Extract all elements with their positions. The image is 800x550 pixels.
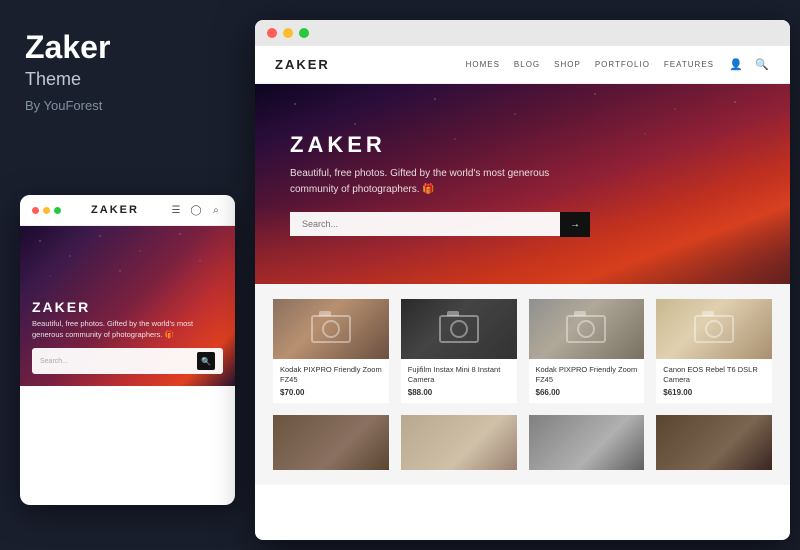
mobile-search-bar[interactable]: Search... 🔍 [32,348,223,374]
desktop-nav: ZAKER HOMES BLOG SHOP PORTFOLIO FEATURES… [255,46,790,84]
product-name-3: Kodak PIXPRO Friendly Zoom FZ45 [536,365,638,385]
product-info-2: Fujifilm Instax Mini 8 Instant Camera $8… [401,359,517,403]
mobile-dot-red [32,207,39,214]
product-card-8[interactable] [656,415,772,470]
products-grid-row1: Kodak PIXPRO Friendly Zoom FZ45 $70.00 F… [273,299,772,403]
product-card-3[interactable]: Kodak PIXPRO Friendly Zoom FZ45 $66.00 [529,299,645,403]
product-price-3: $66.00 [536,388,638,397]
mobile-traffic-lights [32,207,61,214]
mobile-dot-green [54,207,61,214]
products-section: Kodak PIXPRO Friendly Zoom FZ45 $70.00 F… [255,284,790,485]
nav-link-features[interactable]: FEATURES [664,60,714,69]
product-image-3 [529,299,645,359]
nav-link-homes[interactable]: HOMES [466,60,500,69]
mobile-preview-card: ZAKER ☰ ◯ ⌕ ZAKER Beautiful, free photos… [20,195,235,505]
desktop-hero-title: ZAKER [290,132,755,158]
nav-link-blog[interactable]: BLOG [514,60,540,69]
mobile-hero-text: Beautiful, free photos. Gifted by the wo… [32,319,223,340]
product-image-6 [401,415,517,470]
desktop-dot-green [299,28,309,38]
desktop-titlebar [255,20,790,46]
nav-link-shop[interactable]: SHOP [554,60,581,69]
desktop-hero: ZAKER Beautiful, free photos. Gifted by … [255,84,790,284]
product-info-3: Kodak PIXPRO Friendly Zoom FZ45 $66.00 [529,359,645,403]
mobile-titlebar: ZAKER ☰ ◯ ⌕ [20,195,235,226]
desktop-search[interactable]: → [290,212,590,237]
mobile-search-button[interactable]: 🔍 [197,352,215,370]
product-price-2: $88.00 [408,388,510,397]
user-icon[interactable]: 👤 [728,57,744,73]
desktop-nav-logo: ZAKER [275,57,330,72]
search-icon[interactable]: ⌕ [209,203,223,217]
product-card-2[interactable]: Fujifilm Instax Mini 8 Instant Camera $8… [401,299,517,403]
search-icon[interactable]: 🔍 [754,57,770,73]
mobile-search-input[interactable]: Search... [40,358,197,365]
theme-subtitle: Theme [25,69,81,90]
desktop-search-input[interactable] [290,212,560,236]
mobile-logo: ZAKER [91,204,139,216]
hamburger-icon[interactable]: ☰ [169,203,183,217]
product-name-2: Fujifilm Instax Mini 8 Instant Camera [408,365,510,385]
nav-link-portfolio[interactable]: PORTFOLIO [595,60,650,69]
product-card-1[interactable]: Kodak PIXPRO Friendly Zoom FZ45 $70.00 [273,299,389,403]
products-grid-row2 [273,415,772,470]
product-name-1: Kodak PIXPRO Friendly Zoom FZ45 [280,365,382,385]
product-card-7[interactable] [529,415,645,470]
product-price-1: $70.00 [280,388,382,397]
theme-title: Zaker [25,30,110,65]
desktop-dot-red [267,28,277,38]
user-icon[interactable]: ◯ [189,203,203,217]
desktop-hero-text: Beautiful, free photos. Gifted by the wo… [290,166,570,198]
camera-icon-4 [694,315,734,343]
product-image-4 [656,299,772,359]
product-image-8 [656,415,772,470]
product-price-4: $619.00 [663,388,765,397]
desktop-nav-icons: 👤 🔍 [728,57,770,73]
desktop-dot-yellow [283,28,293,38]
camera-icon-3 [566,315,606,343]
product-card-6[interactable] [401,415,517,470]
product-info-1: Kodak PIXPRO Friendly Zoom FZ45 $70.00 [273,359,389,403]
product-image-5 [273,415,389,470]
product-card-5[interactable] [273,415,389,470]
product-card-4[interactable]: Canon EOS Rebel T6 DSLR Camera $619.00 [656,299,772,403]
product-image-1 [273,299,389,359]
product-name-4: Canon EOS Rebel T6 DSLR Camera [663,365,765,385]
product-info-4: Canon EOS Rebel T6 DSLR Camera $619.00 [656,359,772,403]
product-image-2 [401,299,517,359]
mobile-hero-title: ZAKER [32,299,223,315]
camera-icon-1 [311,315,351,343]
mobile-hero: ZAKER Beautiful, free photos. Gifted by … [20,226,235,386]
product-image-7 [529,415,645,470]
desktop-search-button[interactable]: → [560,212,590,237]
theme-by: By YouForest [25,98,102,113]
desktop-nav-links: HOMES BLOG SHOP PORTFOLIO FEATURES [466,60,714,69]
desktop-preview-card: ZAKER HOMES BLOG SHOP PORTFOLIO FEATURES… [255,20,790,540]
mobile-nav-icons: ☰ ◯ ⌕ [169,203,223,217]
mobile-dot-yellow [43,207,50,214]
camera-icon-2 [439,315,479,343]
